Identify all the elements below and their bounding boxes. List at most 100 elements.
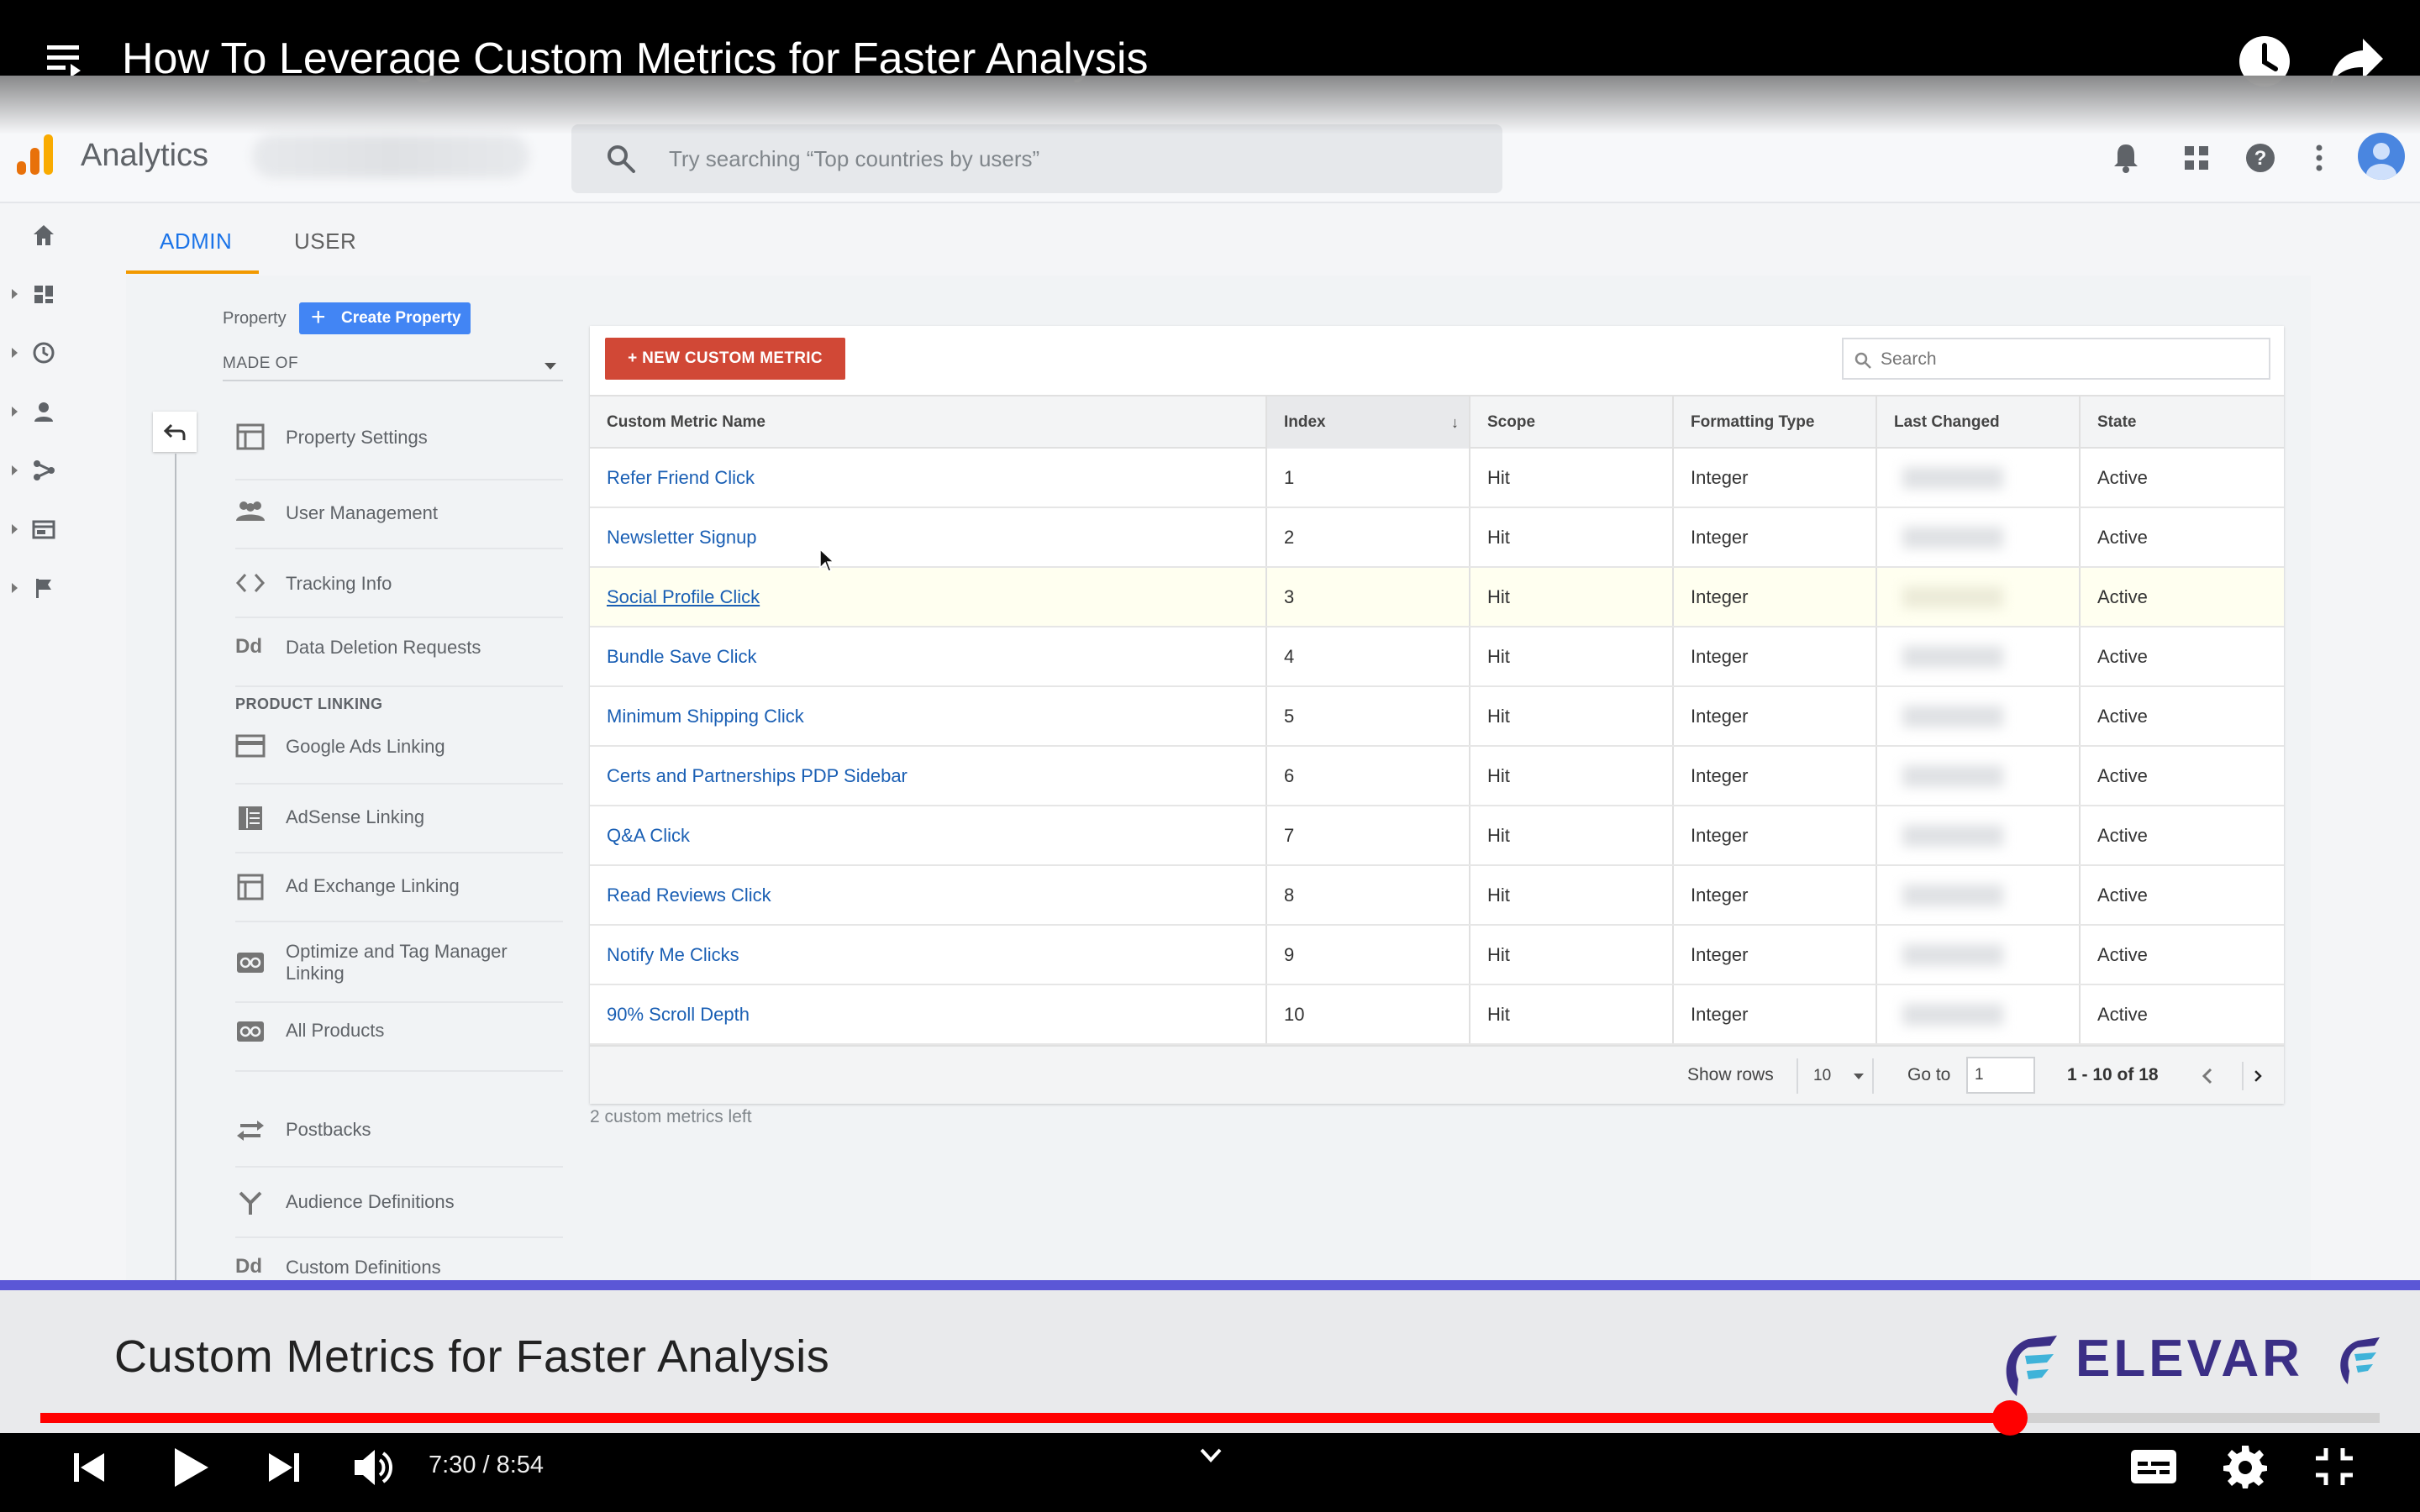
nav-item-data-deletion[interactable]: Dd Data Deletion Requests — [235, 620, 563, 687]
progress-bar[interactable] — [40, 1400, 2380, 1436]
nav-item-tracking-info[interactable]: Tracking Info — [235, 551, 563, 618]
expand-caret-icon — [12, 348, 18, 358]
captions-icon[interactable] — [2129, 1446, 2178, 1487]
rail-item-audience[interactable] — [8, 395, 76, 428]
metric-index: 3 — [1265, 568, 1469, 626]
previous-video-icon[interactable] — [69, 1448, 108, 1487]
property-select[interactable]: MADE OF — [223, 351, 563, 381]
metric-last-changed-blurred — [1876, 687, 2079, 745]
rail-item-customization[interactable] — [8, 277, 76, 311]
progress-scrubber-handle[interactable] — [1992, 1400, 2028, 1436]
nav-item-ad-exchange[interactable]: Ad Exchange Linking — [235, 855, 563, 922]
account-selector-blurred[interactable] — [252, 134, 529, 178]
rows-per-page-select[interactable]: 10 — [1797, 1058, 1874, 1094]
tab-admin[interactable]: ADMIN — [160, 228, 232, 255]
nav-item-user-management[interactable]: User Management — [235, 482, 563, 549]
goto-page-input[interactable] — [1966, 1057, 2035, 1094]
nav-item-audience-definitions[interactable]: Audience Definitions — [235, 1169, 563, 1238]
nav-label: Tracking Info — [286, 573, 392, 594]
play-icon[interactable] — [166, 1445, 212, 1490]
column-header-formatting-type[interactable]: Formatting Type — [1672, 396, 1876, 449]
settings-gear-icon[interactable] — [2222, 1443, 2269, 1490]
column-header-scope[interactable]: Scope — [1469, 396, 1672, 449]
metric-state: Active — [2079, 985, 2284, 1043]
watch-later-clock-icon[interactable] — [2237, 34, 2292, 89]
metric-name-link[interactable]: Minimum Shipping Click — [590, 687, 1265, 745]
expand-caret-icon — [12, 465, 18, 475]
rail-item-home[interactable] — [8, 218, 76, 252]
next-page-chevron-icon[interactable] — [2242, 1062, 2267, 1090]
property-label: Property — [223, 309, 287, 328]
metric-scope: Hit — [1469, 568, 1672, 626]
metric-name-link[interactable]: Social Profile Click — [590, 568, 1265, 626]
rail-item-behavior[interactable] — [8, 512, 76, 546]
nav-item-postbacks[interactable]: Postbacks — [235, 1099, 563, 1168]
metric-name-link[interactable]: Read Reviews Click — [590, 866, 1265, 924]
nav-item-optimize[interactable]: Optimize and Tag Manager Linking — [235, 924, 563, 1003]
tab-user[interactable]: USER — [294, 228, 356, 255]
table-row: Q&A Click 7 Hit Integer Active — [590, 806, 2284, 866]
volume-icon[interactable] — [351, 1445, 397, 1490]
rail-item-realtime[interactable] — [8, 336, 76, 370]
table-search-input[interactable] — [1881, 349, 2250, 370]
column-header-state[interactable]: State — [2079, 396, 2284, 449]
nav-item-adsense[interactable]: AdSense Linking — [235, 786, 563, 853]
exit-fullscreen-icon[interactable] — [2312, 1445, 2356, 1488]
column-header-index[interactable]: Index ↓ — [1265, 396, 1469, 449]
notifications-bell-icon[interactable] — [2109, 141, 2143, 175]
time-display: 7:30 / 8:54 — [429, 1452, 544, 1478]
metric-name-link[interactable]: Q&A Click — [590, 806, 1265, 864]
rail-item-conversions[interactable] — [8, 571, 76, 605]
create-property-button[interactable]: Create Property — [299, 302, 471, 334]
person-icon — [34, 402, 53, 422]
share-arrow-icon[interactable] — [2329, 35, 2385, 87]
table-row: Bundle Save Click 4 Hit Integer Active — [590, 627, 2284, 687]
metric-name-link[interactable]: Refer Friend Click — [590, 449, 1265, 507]
back-button[interactable] — [153, 412, 197, 452]
video-frame[interactable]: Analytics Try searching “Top countries b… — [0, 0, 2420, 1512]
elevar-logo-icon — [2006, 1336, 2057, 1396]
nav-item-property-settings[interactable]: Property Settings — [235, 417, 563, 480]
player-top-overlay: How To Leverage Custom Metrics for Faste… — [0, 0, 2420, 134]
progress-played — [40, 1413, 2011, 1423]
column-header-last-changed[interactable]: Last Changed — [1876, 396, 2079, 449]
help-icon[interactable]: ? — [2244, 141, 2277, 175]
table-row: Refer Friend Click 1 Hit Integer Active — [590, 449, 2284, 508]
video-title[interactable]: How To Leverage Custom Metrics for Faste… — [122, 32, 1149, 86]
metric-last-changed-blurred — [1876, 449, 2079, 507]
metric-name-link[interactable]: Certs and Partnerships PDP Sidebar — [590, 747, 1265, 805]
more-vert-icon[interactable] — [2302, 141, 2336, 175]
metric-index: 6 — [1265, 747, 1469, 805]
rail-item-acquisition[interactable] — [8, 454, 76, 487]
nav-item-google-ads[interactable]: Google Ads Linking — [235, 717, 563, 785]
table-search-box[interactable] — [1842, 338, 2270, 380]
acquisition-icon — [34, 460, 55, 480]
next-video-icon[interactable] — [266, 1448, 304, 1487]
nav-label: Ad Exchange Linking — [286, 875, 460, 896]
new-custom-metric-button[interactable]: + NEW CUSTOM METRIC — [605, 338, 845, 380]
chevron-down-icon[interactable] — [1197, 1441, 1225, 1470]
user-avatar[interactable] — [2358, 133, 2405, 180]
metric-last-changed-blurred — [1876, 806, 2079, 864]
metric-index: 9 — [1265, 926, 1469, 984]
metric-scope: Hit — [1469, 866, 1672, 924]
metric-name-link[interactable]: Bundle Save Click — [590, 627, 1265, 685]
all-products-icon — [237, 1021, 264, 1042]
search-icon — [1854, 352, 1871, 369]
prev-page-chevron-icon[interactable] — [2195, 1062, 2220, 1090]
ad-exchange-icon — [237, 874, 264, 900]
playlist-icon[interactable] — [45, 40, 84, 79]
metric-format: Integer — [1672, 627, 1876, 685]
metric-name-link[interactable]: Newsletter Signup — [590, 508, 1265, 566]
metrics-left-text: 2 custom metrics left — [590, 1107, 752, 1126]
column-header-index-label: Index — [1284, 413, 1326, 431]
analytics-logo-icon[interactable] — [15, 133, 55, 176]
metric-name-link[interactable]: 90% Scroll Depth — [590, 985, 1265, 1043]
adsense-icon — [239, 806, 262, 830]
apps-grid-icon[interactable] — [2180, 141, 2213, 175]
nav-item-all-products[interactable]: All Products — [235, 1005, 563, 1072]
column-header-name[interactable]: Custom Metric Name — [590, 396, 1265, 449]
metric-name-link[interactable]: Notify Me Clicks — [590, 926, 1265, 984]
analytics-search-bar[interactable]: Try searching “Top countries by users” — [571, 124, 1502, 193]
nav-label: AdSense Linking — [286, 806, 425, 827]
